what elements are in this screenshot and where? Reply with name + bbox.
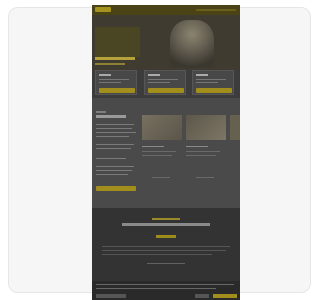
photo [142,115,182,140]
cookie-banner [92,281,240,300]
hero-subtitle [95,63,125,65]
photo [186,115,226,140]
content-section [92,98,240,208]
section-kicker [96,111,106,113]
section-title [96,115,126,118]
tile-button[interactable] [148,88,184,93]
tile-button[interactable] [196,88,232,93]
header-nav [196,9,236,11]
cookie-accept-button[interactable] [213,294,237,298]
site-logo [95,7,111,12]
cta-button[interactable] [96,186,136,191]
tile-button[interactable] [99,88,135,93]
cookie-settings-button[interactable] [96,294,126,298]
feature-tile [192,70,234,95]
reviews-kicker [152,218,180,220]
feature-tile [95,70,137,95]
photo [230,115,240,140]
hero-panel [95,27,140,57]
feature-tiles [95,70,237,96]
feature-tile [144,70,186,95]
reviews-title [122,223,210,226]
star-rating [156,235,176,238]
hero-title [95,57,135,60]
hero-banner [92,15,240,70]
hero-photo [170,20,214,68]
site-header [92,5,240,15]
cookie-reject-button[interactable] [195,294,209,298]
website-preview[interactable] [92,5,240,300]
